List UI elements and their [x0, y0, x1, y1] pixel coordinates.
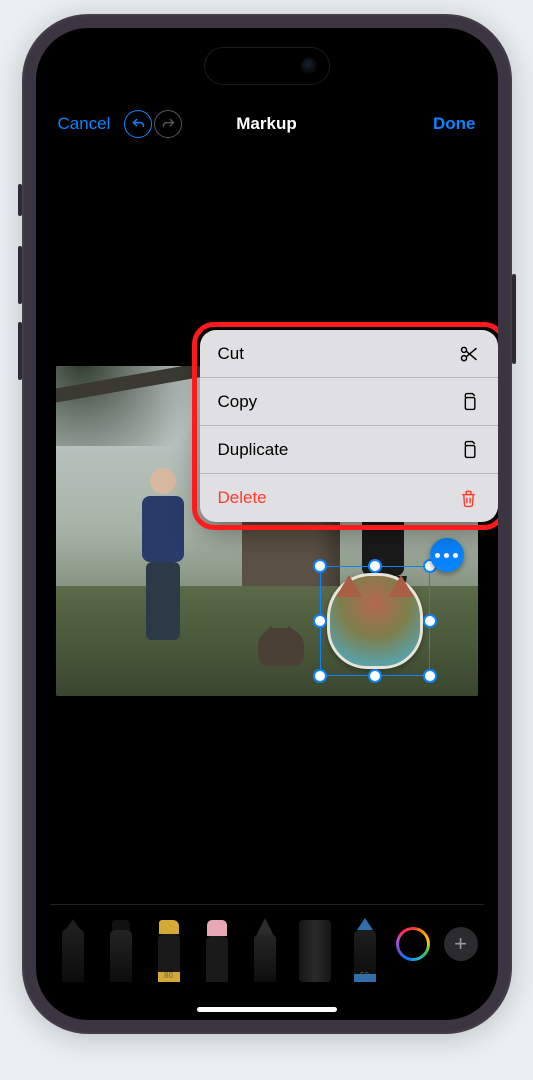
more-options-button[interactable]: [430, 538, 464, 572]
scissors-icon: [458, 343, 480, 365]
menu-label: Duplicate: [218, 440, 289, 460]
tool-size-label: 80: [164, 971, 173, 980]
resize-handle-middle-left[interactable]: [313, 614, 327, 628]
resize-handle-top-left[interactable]: [313, 559, 327, 573]
lasso-tool[interactable]: [248, 910, 282, 982]
context-menu: Cut Copy Duplicate Delete: [200, 330, 498, 522]
undo-button[interactable]: [124, 110, 152, 138]
mute-switch: [18, 184, 22, 216]
documents-icon: [458, 391, 480, 413]
menu-label: Cut: [218, 344, 244, 364]
screen-title: Markup: [236, 114, 296, 134]
add-shape-button[interactable]: +: [444, 927, 478, 961]
cancel-button[interactable]: Cancel: [58, 114, 111, 134]
resize-handle-bottom-right[interactable]: [423, 669, 437, 683]
eraser-tool[interactable]: [200, 910, 234, 982]
person-figure: [132, 468, 194, 638]
menu-item-duplicate[interactable]: Duplicate: [200, 426, 498, 474]
menu-item-copy[interactable]: Copy: [200, 378, 498, 426]
highlighter-tool[interactable]: 80: [152, 910, 186, 982]
color-picker-button[interactable]: [396, 927, 430, 961]
pencil-tool[interactable]: 50: [348, 910, 382, 982]
undo-redo-group: [124, 110, 182, 138]
phone-frame: Cancel Markup Done: [22, 14, 512, 1034]
done-button[interactable]: Done: [433, 114, 476, 134]
redo-icon: [161, 117, 176, 132]
dynamic-island: [205, 48, 329, 84]
tool-size-label: 50: [360, 971, 369, 980]
resize-handle-bottom-left[interactable]: [313, 669, 327, 683]
plus-icon: +: [454, 931, 467, 957]
sticker-object[interactable]: [327, 573, 423, 669]
menu-item-delete[interactable]: Delete: [200, 474, 498, 522]
resize-handle-bottom-center[interactable]: [368, 669, 382, 683]
markup-nav-bar: Cancel Markup Done: [36, 102, 498, 146]
undo-icon: [131, 117, 146, 132]
pen-tool[interactable]: [56, 910, 90, 982]
menu-label: Copy: [218, 392, 258, 412]
redo-button: [154, 110, 182, 138]
menu-item-cut[interactable]: Cut: [200, 330, 498, 378]
markup-tool-tray: 80 50 +: [50, 904, 484, 982]
trash-icon: [458, 487, 480, 509]
documents-icon: [458, 439, 480, 461]
menu-label: Delete: [218, 488, 267, 508]
home-indicator[interactable]: [197, 1007, 337, 1012]
screen: Cancel Markup Done: [36, 28, 498, 1020]
resize-handle-top-center[interactable]: [368, 559, 382, 573]
ruler-tool[interactable]: [296, 910, 334, 982]
volume-down-button: [18, 322, 22, 380]
cat-figure: [258, 628, 304, 666]
volume-up-button: [18, 246, 22, 304]
more-icon: [435, 553, 440, 558]
marker-tool[interactable]: [104, 910, 138, 982]
resize-handle-middle-right[interactable]: [423, 614, 437, 628]
power-button: [512, 274, 516, 364]
selected-sticker-bounding-box[interactable]: [320, 566, 430, 676]
